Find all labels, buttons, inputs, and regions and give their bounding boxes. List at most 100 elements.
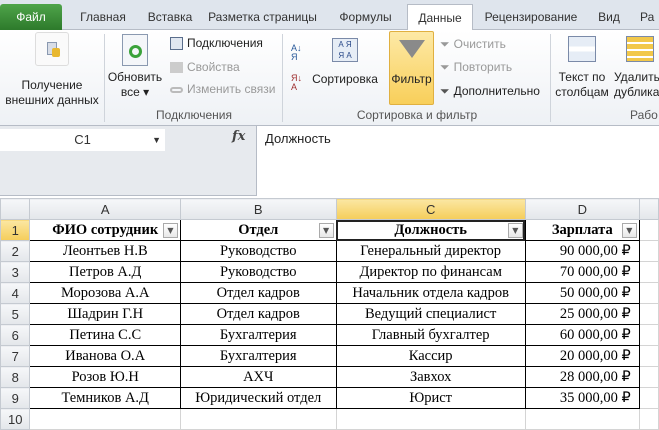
cell-department[interactable]: Отдел кадров — [180, 303, 337, 325]
cell-salary[interactable]: 90 000,00 ₽ — [524, 240, 640, 262]
row-header[interactable]: 4 — [0, 282, 31, 304]
cell-name[interactable]: Темников А.Д — [29, 387, 181, 409]
row-header[interactable]: 9 — [0, 387, 31, 409]
cell[interactable] — [638, 387, 659, 409]
header-cell-salary[interactable]: Зарплата ▼ — [524, 219, 640, 241]
cell-position[interactable]: Кассир — [335, 345, 526, 367]
chevron-down-icon[interactable]: ▼ — [152, 129, 161, 151]
row-header[interactable]: 10 — [0, 408, 31, 430]
cell-salary[interactable]: 25 000,00 ₽ — [524, 303, 640, 325]
cell-name[interactable]: Розов Ю.Н — [29, 366, 181, 388]
cell-department[interactable]: Бухгалтерия — [180, 345, 337, 367]
column-header-d[interactable]: D — [524, 198, 640, 220]
properties-icon — [170, 62, 183, 74]
cell-position[interactable]: Завхох — [335, 366, 526, 388]
column-header-b[interactable]: B — [180, 198, 337, 220]
column-header-e[interactable] — [638, 198, 659, 220]
tab-insert[interactable]: Вставка — [140, 4, 200, 30]
cell[interactable] — [638, 345, 659, 367]
database-icon — [35, 32, 69, 66]
cell-position[interactable]: Юрист — [335, 387, 526, 409]
row-header[interactable]: 1 — [0, 219, 31, 241]
tab-home[interactable]: Главная — [68, 4, 138, 30]
cell[interactable] — [638, 366, 659, 388]
filter-button[interactable]: Фильтр — [389, 31, 434, 105]
column-header-a[interactable]: A — [29, 198, 181, 220]
properties-button[interactable]: Свойства — [170, 58, 240, 76]
cell-position[interactable]: Генеральный директор — [335, 240, 526, 262]
text-to-columns-button[interactable]: Текст по столбцам — [552, 36, 612, 100]
remove-duplicates-button[interactable]: Удалить дубликаты — [614, 36, 659, 100]
header-cell-name[interactable]: ФИО сотрудник ▼ — [29, 219, 181, 241]
row-header[interactable]: 7 — [0, 345, 31, 367]
reapply-button[interactable]: ⏷ Повторить — [440, 58, 512, 76]
cell[interactable] — [638, 324, 659, 346]
cell-department[interactable]: Руководство — [180, 261, 337, 283]
refresh-all-button[interactable]: Обновить все ▾ — [106, 34, 164, 100]
cell-department[interactable]: АХЧ — [180, 366, 337, 388]
header-cell-department[interactable]: Отдел ▼ — [180, 219, 337, 241]
cell-name[interactable]: Иванова О.А — [29, 345, 181, 367]
tab-file[interactable]: Файл — [0, 4, 62, 30]
tab-formulas[interactable]: Формулы — [333, 4, 398, 30]
filter-dropdown-icon[interactable]: ▼ — [163, 223, 178, 238]
cell[interactable] — [638, 408, 659, 430]
cell-salary[interactable]: 50 000,00 ₽ — [524, 282, 640, 304]
cell-salary[interactable]: 60 000,00 ₽ — [524, 324, 640, 346]
cell-name[interactable]: Петина С.С — [29, 324, 181, 346]
cell-position[interactable]: Ведущий специалист — [335, 303, 526, 325]
sort-az-button[interactable]: А↓ Я — [291, 44, 302, 62]
cell[interactable] — [29, 408, 181, 430]
cell-position[interactable]: Директор по финансам — [335, 261, 526, 283]
remove-duplicates-icon — [626, 36, 654, 62]
cell-department[interactable]: Отдел кадров — [180, 282, 337, 304]
advanced-filter-button[interactable]: ⏷ Дополнительно — [440, 82, 540, 100]
get-external-data-button[interactable]: Получение внешних данных — [0, 32, 104, 108]
filter-dropdown-icon[interactable]: ▼ — [318, 223, 334, 238]
fx-icon[interactable]: fx — [232, 129, 245, 144]
connections-button[interactable]: Подключения — [170, 34, 263, 52]
cell[interactable] — [638, 282, 659, 304]
cell-position[interactable]: Начальник отдела кадров — [335, 282, 526, 304]
cell-position[interactable]: Главный бухгалтер — [335, 324, 526, 346]
cell[interactable] — [638, 303, 659, 325]
cell[interactable] — [180, 408, 337, 430]
cell-department[interactable]: Бухгалтерия — [180, 324, 337, 346]
header-cell-position[interactable]: Должность ▼ — [335, 219, 526, 241]
cell[interactable] — [335, 408, 526, 430]
edit-links-button[interactable]: Изменить связи — [170, 80, 275, 98]
row-header[interactable]: 3 — [0, 261, 31, 283]
filter-dropdown-icon[interactable]: ▼ — [621, 223, 637, 238]
tab-page-layout[interactable]: Разметка страницы — [205, 4, 320, 30]
tab-review[interactable]: Рецензирование — [480, 4, 582, 30]
column-header-c[interactable]: C — [335, 198, 526, 220]
filter-dropdown-icon[interactable]: ▼ — [507, 223, 523, 238]
cell-salary[interactable]: 28 000,00 ₽ — [524, 366, 640, 388]
tab-more[interactable]: Ра — [640, 4, 659, 30]
cell-department[interactable]: Юридический отдел — [180, 387, 337, 409]
cell-name[interactable]: Морозова А.А — [29, 282, 181, 304]
tab-data[interactable]: Данные — [407, 4, 473, 31]
row-header[interactable]: 8 — [0, 366, 31, 388]
cell[interactable] — [638, 240, 659, 262]
cell[interactable] — [638, 219, 659, 241]
select-all-corner[interactable] — [0, 198, 31, 220]
cell[interactable] — [638, 261, 659, 283]
cell-name[interactable]: Леонтьев Н.В — [29, 240, 181, 262]
row-header[interactable]: 2 — [0, 240, 31, 262]
cell-department[interactable]: Руководство — [180, 240, 337, 262]
row-header[interactable]: 5 — [0, 303, 31, 325]
tab-view[interactable]: Вид — [594, 4, 624, 30]
cell-salary[interactable]: 70 000,00 ₽ — [524, 261, 640, 283]
sort-za-button[interactable]: Я↓ А — [291, 74, 302, 92]
sort-button[interactable]: А ЯЯ А Сортировка — [309, 38, 381, 87]
cell[interactable] — [524, 408, 640, 430]
row-header[interactable]: 6 — [0, 324, 31, 346]
name-box[interactable]: C1 ▼ — [0, 129, 165, 151]
clear-filter-button[interactable]: ⏷ Очистить — [440, 35, 506, 53]
cell-salary[interactable]: 20 000,00 ₽ — [524, 345, 640, 367]
cell-name[interactable]: Шадрин Г.Н — [29, 303, 181, 325]
cell-salary[interactable]: 35 000,00 ₽ — [524, 387, 640, 409]
formula-input[interactable]: Должность — [256, 126, 659, 196]
cell-name[interactable]: Петров А.Д — [29, 261, 181, 283]
